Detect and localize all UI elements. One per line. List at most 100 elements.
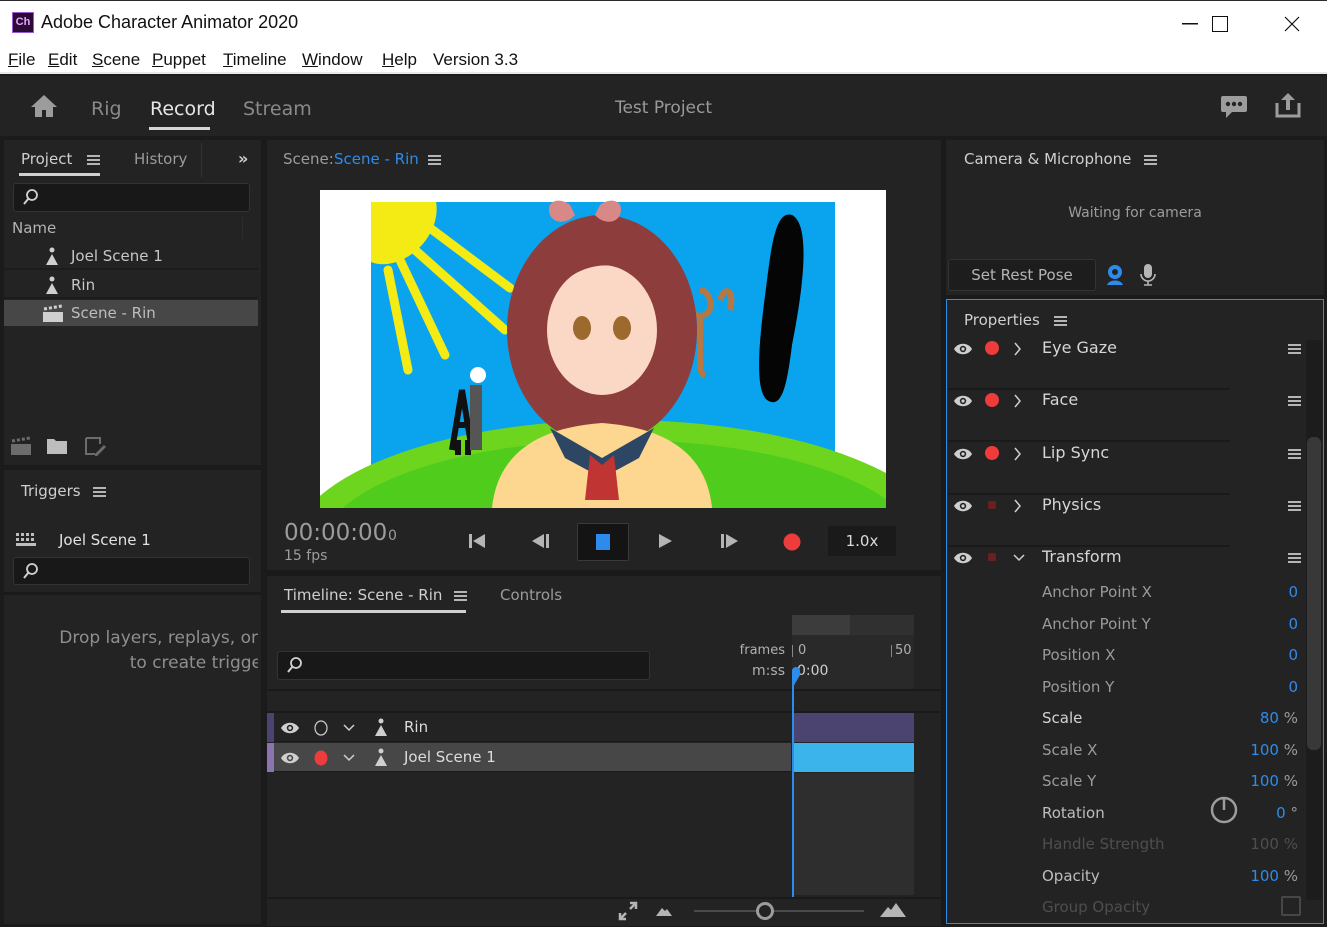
eye-icon[interactable] (953, 395, 973, 407)
tab-project[interactable]: Project (21, 150, 72, 168)
eye-icon[interactable] (953, 448, 973, 460)
step-forward-icon[interactable] (718, 532, 740, 550)
zoom-slider-thumb[interactable] (756, 902, 774, 920)
tab-record[interactable]: Record (150, 98, 216, 120)
set-rest-pose-button[interactable]: Set Rest Pose (948, 259, 1096, 291)
project-item-joel-scene-1[interactable]: Joel Scene 1 (4, 242, 258, 270)
arm-record-on-icon[interactable] (984, 392, 1000, 408)
arm-record-off-icon[interactable] (984, 549, 1000, 565)
edit-icon[interactable] (84, 436, 106, 456)
zoom-slider-track[interactable] (694, 910, 864, 912)
work-area-bar[interactable] (792, 615, 850, 635)
name-column-header[interactable]: Name (12, 219, 56, 237)
scrollbar-thumb[interactable] (1307, 437, 1321, 750)
record-icon[interactable] (782, 532, 802, 552)
home-button[interactable] (30, 94, 58, 122)
timeline-menu-icon[interactable] (454, 591, 467, 601)
chevron-down-icon[interactable] (343, 754, 355, 762)
eye-icon[interactable] (280, 752, 300, 764)
arm-record-on-icon[interactable] (984, 445, 1000, 461)
close-button[interactable] (1262, 1, 1322, 47)
go-to-start-icon[interactable] (467, 532, 487, 550)
arm-record-off-icon[interactable] (314, 720, 328, 736)
prop-position-x-value[interactable]: 0 (1288, 646, 1298, 664)
timecode[interactable]: 00:00:00 (284, 520, 387, 546)
property-group-menu-icon[interactable] (1288, 449, 1301, 459)
chevron-down-icon[interactable] (1013, 551, 1025, 565)
step-back-icon[interactable] (530, 532, 552, 550)
microphone-icon[interactable] (1139, 263, 1157, 287)
chevron-right-icon[interactable] (1012, 499, 1024, 513)
chevron-right-icon[interactable] (1012, 394, 1024, 408)
new-folder-icon[interactable] (46, 437, 68, 455)
fit-expand-icon[interactable] (618, 901, 638, 921)
property-group-menu-icon[interactable] (1288, 396, 1301, 406)
arm-record-on-icon[interactable] (314, 750, 328, 766)
fps-label[interactable]: 15 fps (284, 548, 327, 564)
track-row-joel-scene-1[interactable]: Joel Scene 1 (267, 743, 791, 772)
column-divider[interactable] (242, 217, 243, 239)
playhead[interactable] (792, 670, 794, 898)
tab-history[interactable]: History (134, 150, 187, 168)
arm-record-on-icon[interactable] (984, 340, 1000, 356)
prop-opacity-value[interactable]: 100 % (1250, 867, 1298, 885)
project-item-scene-rin[interactable]: Scene - Rin (4, 300, 258, 326)
scene-menu-icon[interactable] (428, 155, 441, 165)
eye-icon[interactable] (953, 552, 973, 564)
panel-overflow-icon[interactable]: » (238, 149, 248, 168)
new-scene-icon[interactable] (10, 436, 32, 456)
prop-scale-value[interactable]: 80 % (1260, 709, 1298, 727)
property-group-menu-icon[interactable] (1288, 553, 1301, 563)
prop-rotation-value[interactable]: 0 ° (1276, 804, 1298, 822)
scene-canvas[interactable] (320, 190, 886, 508)
menu-file[interactable]: File (8, 50, 35, 70)
menu-scene[interactable]: Scene (92, 50, 140, 70)
playhead-handle-icon[interactable] (791, 667, 801, 689)
menu-puppet[interactable]: Puppet (152, 50, 206, 70)
menu-version[interactable]: Version 3.3 (433, 50, 518, 70)
menu-help[interactable]: Help (382, 50, 417, 70)
play-icon[interactable] (656, 532, 674, 550)
track-row-rin[interactable]: Rin (267, 713, 791, 742)
share-button[interactable] (1274, 91, 1302, 123)
tab-timeline[interactable]: Timeline: Scene - Rin (284, 586, 442, 604)
prop-anchor-point-x-value[interactable]: 0 (1288, 583, 1298, 601)
playback-speed-button[interactable]: 1.0x (828, 526, 896, 556)
stop-button[interactable] (577, 523, 629, 561)
webcam-icon[interactable] (1105, 264, 1125, 286)
arm-record-off-icon[interactable] (984, 497, 1000, 513)
camera-menu-icon[interactable] (1144, 155, 1157, 165)
prop-anchor-point-y-value[interactable]: 0 (1288, 615, 1298, 633)
tab-controls[interactable]: Controls (500, 586, 562, 604)
zoom-out-mountain-icon[interactable] (656, 906, 672, 916)
property-group-menu-icon[interactable] (1288, 501, 1301, 511)
chevron-down-icon[interactable] (343, 724, 355, 732)
menu-window[interactable]: Window (302, 50, 362, 70)
track-bar-joel-scene-1[interactable] (792, 743, 914, 772)
rotation-dial-icon[interactable] (1210, 796, 1238, 824)
eye-icon[interactable] (953, 500, 973, 512)
tab-stream[interactable]: Stream (243, 98, 312, 120)
project-item-rin[interactable]: Rin (4, 271, 258, 299)
chevron-right-icon[interactable] (1012, 447, 1024, 461)
group-opacity-checkbox[interactable] (1281, 896, 1301, 916)
scene-name[interactable]: Scene - Rin (334, 150, 419, 168)
property-group-menu-icon[interactable] (1288, 344, 1301, 354)
triggers-menu-icon[interactable] (93, 487, 106, 497)
track-bar-rin[interactable] (792, 713, 914, 742)
maximize-button[interactable] (1190, 1, 1250, 47)
tab-rig[interactable]: Rig (91, 98, 122, 120)
menu-timeline[interactable]: Timeline (223, 50, 287, 70)
prop-scale-x-value[interactable]: 100 % (1250, 741, 1298, 759)
chevron-right-icon[interactable] (1012, 342, 1024, 356)
prop-scale-y-value[interactable]: 100 % (1250, 772, 1298, 790)
timeline-search-input[interactable] (277, 651, 650, 680)
feedback-button[interactable] (1220, 94, 1248, 124)
prop-position-y-value[interactable]: 0 (1288, 678, 1298, 696)
triggers-search-input[interactable] (13, 557, 250, 585)
project-menu-icon[interactable] (87, 155, 100, 165)
zoom-in-mountain-icon[interactable] (880, 903, 906, 917)
eye-icon[interactable] (953, 343, 973, 355)
properties-menu-icon[interactable] (1054, 316, 1067, 326)
project-search-input[interactable] (13, 183, 250, 212)
